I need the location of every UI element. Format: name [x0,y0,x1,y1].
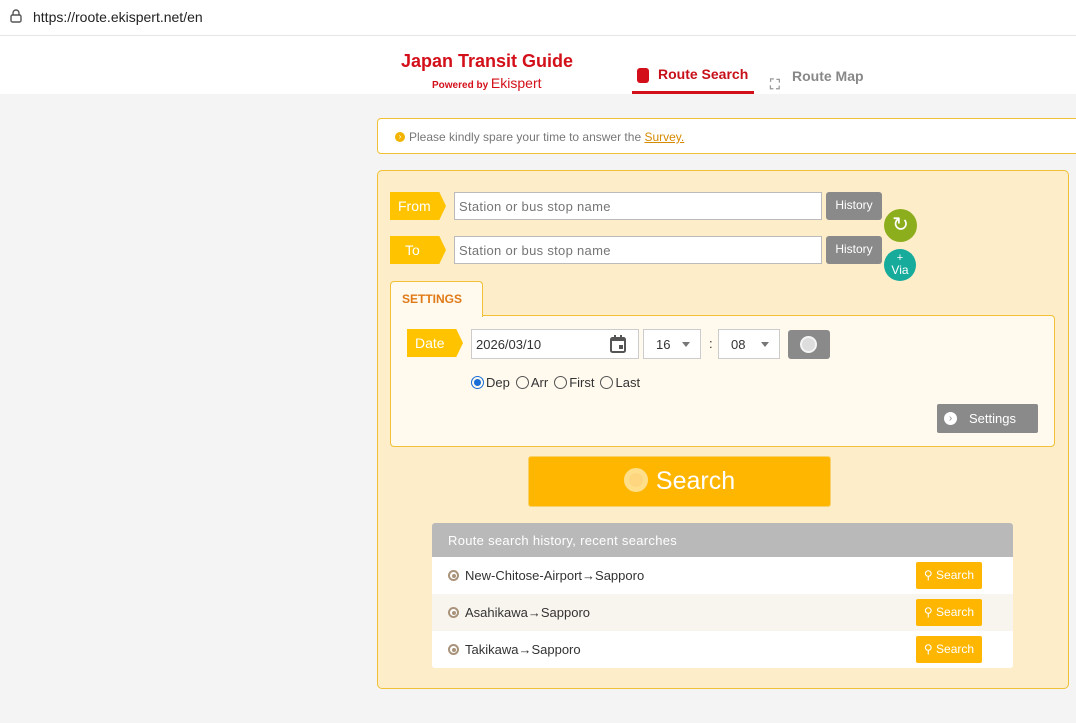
tab-label: Route Search [658,66,749,82]
current-time-button[interactable] [788,330,830,359]
search-button-label: Search [655,467,736,495]
tab-route-map[interactable]: ⛶ Route Map [770,60,864,92]
logo-powered-by: Powered by Ekispert [432,75,542,91]
to-label: To [390,236,446,264]
history-search-button[interactable]: ⚲ Search [916,636,982,663]
url-text[interactable]: https://roote.ekispert.net/en [33,9,203,25]
to-history-button[interactable]: History [826,236,882,264]
from-label: From [390,192,446,220]
settings-button-label: Settings [969,411,1016,426]
tab-label: Route Map [792,68,864,84]
date-value: 2026/03/10 [476,337,542,352]
history-route[interactable]: Asahikawa→Sapporo [465,605,590,620]
tab-route-search[interactable]: Route Search [632,60,754,94]
history-search-button[interactable]: ⚲ Search [916,562,982,589]
history-route[interactable]: New-Chitose-Airport→Sapporo [465,568,644,583]
history-title: Route search history, recent searches [432,523,1013,557]
address-bar[interactable]: https://roote.ekispert.net/en [0,0,1076,36]
train-icon [637,68,649,83]
hour-select[interactable]: 16 [643,329,701,359]
chevron-right-icon: › [395,132,405,142]
history-search-button[interactable]: ⚲ Search [916,599,982,626]
survey-notice: › Please kindly spare your time to answe… [377,118,1076,154]
radio-last[interactable]: Last [600,375,640,390]
search-history: Route search history, recent searches Ne… [432,523,1013,668]
radio-dep[interactable]: Dep [471,375,510,390]
survey-link[interactable]: Survey. [644,130,684,144]
history-item[interactable]: Asahikawa→Sapporo ⚲ Search [432,594,1013,631]
radio-label: First [569,375,595,390]
chevron-down-icon [682,342,690,351]
time-colon: : [709,336,713,351]
date-label: Date [407,329,463,357]
map-icon: ⛶ [770,76,780,92]
to-input[interactable] [454,236,822,264]
search-panel: From History To History ↻ +Via SETTINGS … [377,170,1069,689]
search-icon [623,468,648,492]
survey-text: Please kindly spare your time to answer … [409,130,645,144]
history-item[interactable]: Takikawa→Sapporo ⚲ Search [432,631,1013,668]
settings-button[interactable]: › Settings [937,404,1038,433]
radio-button[interactable] [554,376,568,389]
from-input[interactable] [454,192,822,220]
radio-label: Arr [530,375,549,390]
powered-by-text: Powered by [432,80,489,91]
lock-icon [10,9,22,23]
radio-label: Last [615,375,641,390]
search-label: Search [936,642,975,656]
hour-value: 16 [656,337,671,352]
radio-button[interactable] [471,376,484,389]
chevron-right-icon: › [944,412,957,425]
bullet-icon [448,607,459,618]
minute-value: 08 [731,337,746,352]
site-header: Japan Transit Guide Powered by Ekispert … [0,36,1076,94]
bullet-icon [448,644,459,655]
radio-arr[interactable]: Arr [515,375,549,390]
add-via-button[interactable]: + Via [884,249,916,281]
radio-first[interactable]: First [554,375,594,390]
calendar-icon[interactable] [610,335,626,353]
logo-title[interactable]: Japan Transit Guide [401,51,573,72]
history-list: New-Chitose-Airport→Sapporo ⚲ Search Asah… [432,557,1013,668]
search-label: Search [936,605,975,619]
clock-icon [800,336,817,353]
radio-button[interactable] [515,376,529,389]
history-route[interactable]: Takikawa→Sapporo [465,642,581,657]
radio-label: Dep [486,375,510,390]
from-history-button[interactable]: History [826,192,882,220]
settings-box: Date 2026/03/10 16 : 08 Dep Arr First La… [390,315,1055,447]
radio-button[interactable] [600,376,614,389]
via-label: Via [891,263,909,277]
time-type-radios: Dep Arr First Last [471,375,646,390]
date-input[interactable]: 2026/03/10 [471,329,639,359]
swap-icon[interactable]: ↻ [884,209,917,242]
brand-text: Ekispert [490,75,542,91]
bullet-icon [448,570,459,581]
search-label: Search [936,568,975,582]
search-button[interactable]: Search [528,456,831,507]
minute-select[interactable]: 08 [718,329,780,359]
tab-settings[interactable]: SETTINGS [390,281,483,317]
chevron-down-icon [761,342,769,351]
history-item[interactable]: New-Chitose-Airport→Sapporo ⚲ Search [432,557,1013,594]
